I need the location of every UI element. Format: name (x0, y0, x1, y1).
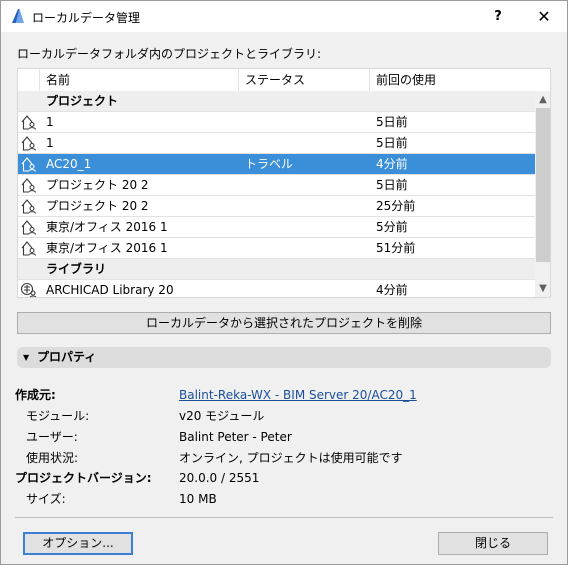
column-header-last-used[interactable]: 前回の使用 (370, 69, 535, 91)
column-header-name[interactable]: 名前 (40, 69, 239, 91)
prop-user: ユーザー: Balint Peter - Peter (1, 427, 567, 447)
row-name: ARCHICAD Library 20 (46, 283, 174, 297)
list-row[interactable]: 東京/オフィス 2016 1 5分前 (18, 217, 535, 238)
row-last-used: 25分前 (376, 199, 416, 213)
scroll-thumb[interactable] (536, 108, 550, 262)
row-status: トラベル (245, 157, 294, 171)
close-window-button[interactable]: ✕ (521, 1, 567, 32)
prop-label: モジュール: (26, 409, 90, 423)
footer-divider (15, 517, 553, 518)
collapse-triangle-icon: ▼ (23, 353, 30, 362)
row-last-used: 5日前 (376, 136, 408, 150)
project-icon (18, 217, 40, 237)
row-name: AC20_1 (46, 157, 92, 171)
scroll-down-arrow-icon[interactable]: ▼ (535, 280, 550, 297)
project-icon (18, 196, 40, 216)
prop-label: 使用状況: (26, 451, 79, 465)
list-rows: プロジェクト 1 5日前 1 5日前 AC20_1 トラベル 4分前 プロジェクト 20 25… (18, 91, 535, 297)
list-row[interactable]: ARCHICAD Library 20 4分前 (18, 280, 535, 297)
archicad-icon (9, 7, 27, 25)
prop-usage: 使用状況: オンライン, プロジェクトは使用可能です (1, 448, 567, 468)
prop-value: v20 モジュール (179, 409, 265, 423)
prop-created-from: 作成元: Balint-Reka-WX - BIM Server 20/AC20… (1, 385, 567, 405)
delete-selected-button[interactable]: ローカルデータから選択されたプロジェクトを削除 (17, 312, 551, 334)
row-status (239, 280, 370, 297)
project-icon (18, 112, 40, 132)
local-data-dialog: ローカルデータ管理 ? ✕ ローカルデータフォルダ内のプロジェクトとライブラリ:… (0, 0, 568, 565)
group-row-libraries[interactable]: ライブラリ (18, 259, 535, 280)
group-row-projects[interactable]: プロジェクト (18, 91, 535, 112)
list-row[interactable]: AC20_1 トラベル 4分前 (18, 154, 535, 175)
project-icon (18, 238, 40, 258)
window-title: ローカルデータ管理 (32, 11, 141, 25)
row-status (239, 217, 370, 237)
row-name: 東京/オフィス 2016 1 (46, 241, 168, 255)
row-name: 東京/オフィス 2016 1 (46, 220, 168, 234)
properties-title: プロパティ (37, 350, 97, 364)
column-header-status[interactable]: ステータス (239, 69, 370, 91)
projects-libraries-list[interactable]: 名前 ステータス 前回の使用 プロジェクト 1 5日前 1 5日前 AC20_1 トラベル… (17, 68, 551, 298)
properties-header[interactable]: ▼ プロパティ (17, 347, 551, 368)
row-name: 1 (46, 115, 54, 129)
prop-label: サイズ: (26, 492, 66, 506)
row-last-used: 51分前 (376, 241, 416, 255)
prop-label: 作成元: (15, 388, 56, 402)
prop-label: プロジェクトバージョン: (15, 471, 152, 485)
project-icon (18, 133, 40, 153)
row-status (239, 196, 370, 216)
row-last-used: 5日前 (376, 178, 408, 192)
project-icon (18, 175, 40, 195)
row-status (239, 238, 370, 258)
list-row[interactable]: 東京/オフィス 2016 1 51分前 (18, 238, 535, 259)
row-status (239, 175, 370, 195)
scroll-up-arrow-icon[interactable]: ▲ (535, 91, 550, 108)
row-last-used: 4分前 (376, 283, 408, 297)
prop-value: 20.0.0 / 2551 (179, 471, 260, 485)
row-name: プロジェクト 20 2 (46, 199, 149, 213)
help-button[interactable]: ? (475, 1, 521, 32)
group-label: ライブラリ (46, 262, 107, 276)
prop-version: プロジェクトバージョン: 20.0.0 / 2551 (1, 468, 567, 488)
column-header-icon[interactable] (18, 69, 40, 91)
close-button[interactable]: 閉じる (438, 532, 548, 555)
prop-label: ユーザー: (26, 430, 78, 444)
row-name: プロジェクト 20 2 (46, 178, 149, 192)
row-last-used: 5分前 (376, 220, 408, 234)
created-from-link[interactable]: Balint-Reka-WX - BIM Server 20/AC20_1 (179, 385, 417, 405)
group-label: プロジェクト (46, 94, 119, 108)
list-row[interactable]: 1 5日前 (18, 112, 535, 133)
row-last-used: 4分前 (376, 157, 408, 171)
prop-value: Balint Peter - Peter (179, 430, 292, 444)
row-last-used: 5日前 (376, 115, 408, 129)
library-icon (18, 280, 40, 297)
list-row[interactable]: プロジェクト 20 2 5日前 (18, 175, 535, 196)
row-name: 1 (46, 136, 54, 150)
prop-module: モジュール: v20 モジュール (1, 406, 567, 426)
row-status (239, 133, 370, 153)
title-bar: ローカルデータ管理 ? ✕ (1, 1, 567, 32)
list-section-label: ローカルデータフォルダ内のプロジェクトとライブラリ: (17, 47, 322, 61)
list-scrollbar[interactable]: ▲ ▼ (535, 91, 550, 297)
prop-size: サイズ: 10 MB (1, 489, 567, 509)
row-status (239, 112, 370, 132)
prop-value: 10 MB (179, 492, 217, 506)
options-button[interactable]: オプション... (23, 532, 133, 555)
project-icon (18, 154, 40, 174)
list-row[interactable]: プロジェクト 20 2 25分前 (18, 196, 535, 217)
list-header: 名前 ステータス 前回の使用 (18, 69, 535, 91)
prop-value: オンライン, プロジェクトは使用可能です (179, 451, 403, 465)
list-row[interactable]: 1 5日前 (18, 133, 535, 154)
